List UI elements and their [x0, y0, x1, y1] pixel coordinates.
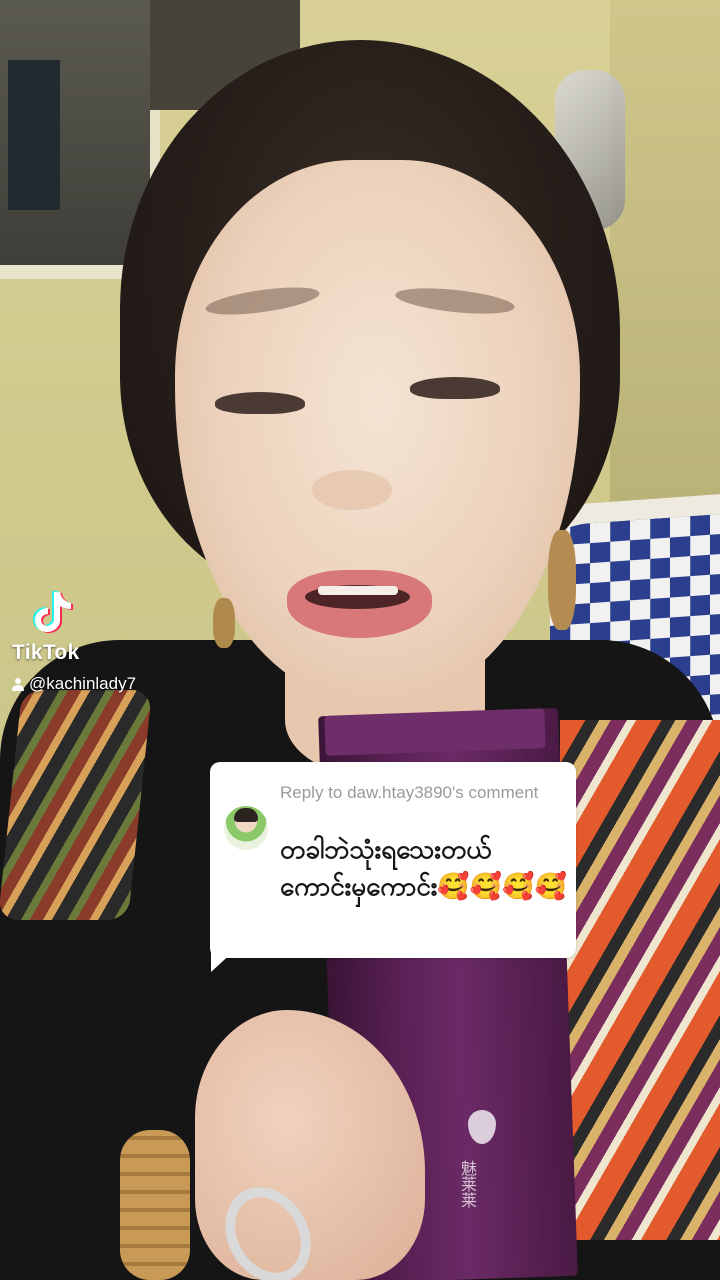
- striped-shawl-left: [0, 690, 153, 920]
- earring: [548, 530, 576, 630]
- tiktok-note-icon: [33, 591, 73, 633]
- reply-bubble-tail: [211, 950, 235, 972]
- wristwatch: [120, 1130, 190, 1280]
- reply-header: Reply to daw.htay3890's comment: [280, 783, 539, 802]
- reply-comment-text: တခါဘဲသုံးရသေးတယ် ကောင်းမှကောင်း🥰🥰🥰🥰: [280, 835, 567, 902]
- creator-handle[interactable]: @kachinlady7: [12, 674, 136, 694]
- product-brand-text: 魅莱莱: [458, 1160, 477, 1208]
- earring: [213, 598, 235, 648]
- striped-shawl-right: [560, 720, 720, 1240]
- creator-username: @kachinlady7: [29, 674, 137, 693]
- commenter-avatar[interactable]: [224, 806, 268, 850]
- video-frame[interactable]: 魅莱莱: [0, 0, 720, 1280]
- background-pillar: [610, 0, 720, 520]
- reply-comment-card[interactable]: Reply to daw.htay3890's comment တခါဘဲသုံ…: [210, 762, 576, 958]
- person-icon: [12, 677, 24, 691]
- tiktok-wordmark: TikTok: [12, 641, 80, 664]
